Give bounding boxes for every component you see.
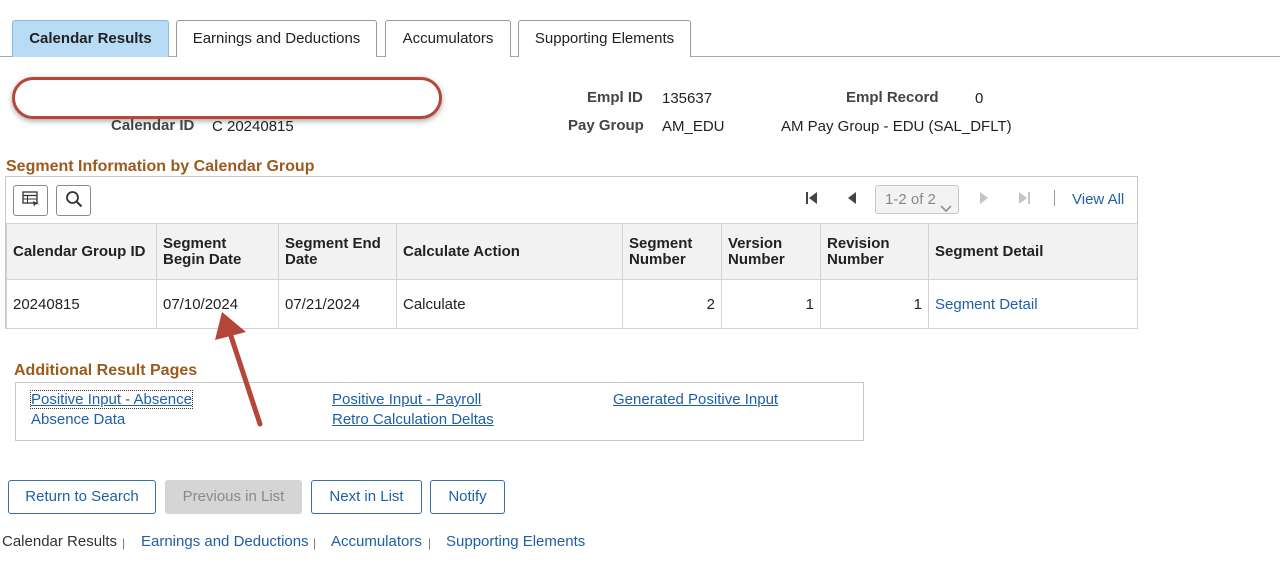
additional-result-pages-title: Additional Result Pages — [14, 362, 198, 379]
next-in-list-button[interactable]: Next in List — [311, 480, 422, 514]
segment-grid: 1-2 of 2 View All Calendar Group ID Segm… — [5, 176, 1138, 329]
previous-in-list-button[interactable]: Previous in List — [165, 480, 302, 514]
tab-earnings-and-deductions[interactable]: Earnings and Deductions — [176, 20, 377, 57]
pay-group-description: AM Pay Group - EDU (SAL_DFLT) — [781, 118, 1012, 135]
calendar-id-value: C 20240815 — [212, 118, 294, 135]
footer-separator: | — [122, 536, 126, 550]
column-header: Calendar Group ID — [6, 223, 157, 280]
retro-calculation-deltas-link[interactable]: Retro Calculation Deltas — [332, 411, 494, 428]
footer-separator: | — [428, 536, 432, 550]
redaction-oval-annotation — [12, 77, 442, 119]
column-header: Segment Number — [622, 223, 722, 280]
column-header: Segment Begin Date — [156, 223, 279, 280]
pay-group-value: AM_EDU — [662, 118, 725, 135]
column-header: Segment Detail — [928, 223, 1138, 280]
pay-group-label: Pay Group — [568, 117, 644, 134]
find-in-grid-button[interactable] — [56, 185, 91, 216]
empl-record-value: 0 — [975, 90, 984, 107]
footer-accumulators-link[interactable]: Accumulators — [331, 533, 422, 550]
calendar-id-label: Calendar ID — [111, 117, 195, 134]
tab-supporting-elements[interactable]: Supporting Elements — [518, 20, 691, 57]
tab-calendar-results[interactable]: Calendar Results — [12, 20, 169, 57]
segment-detail-cell: Segment Detail — [928, 279, 1138, 329]
tab-accumulators[interactable]: Accumulators — [385, 20, 511, 57]
footer-calendar-results: Calendar Results — [2, 533, 118, 550]
next-page-icon[interactable] — [978, 190, 990, 210]
version-number-cell: 1 — [721, 279, 821, 329]
view-all-link[interactable]: View All — [1072, 191, 1124, 208]
return-to-search-button[interactable]: Return to Search — [8, 480, 156, 514]
table-row: 20240815 07/10/2024 07/21/2024 Calculate… — [6, 279, 1138, 329]
segment-detail-link[interactable]: Segment Detail — [935, 296, 1038, 313]
segment-table: Calendar Group ID Segment Begin Date Seg… — [6, 223, 1138, 329]
segment-end-date-cell: 07/21/2024 — [278, 279, 397, 329]
pager-separator — [1054, 190, 1055, 206]
segment-section-title: Segment Information by Calendar Group — [6, 158, 315, 175]
row-range-select[interactable]: 1-2 of 2 — [875, 185, 959, 214]
segment-number-cell: 2 — [622, 279, 722, 329]
annotation-arrow-icon — [215, 312, 263, 427]
absence-data-link[interactable]: Absence Data — [31, 411, 125, 428]
positive-input-payroll-link[interactable]: Positive Input - Payroll — [332, 391, 481, 408]
personalize-grid-button[interactable] — [13, 185, 48, 216]
column-header: Segment End Date — [278, 223, 397, 280]
first-page-icon[interactable] — [805, 190, 819, 210]
grid-toolbar: 1-2 of 2 View All — [6, 177, 1137, 223]
search-icon — [65, 190, 83, 212]
empl-record-label: Empl Record — [846, 89, 939, 106]
empl-id-label: Empl ID — [587, 89, 643, 106]
row-range-text: 1-2 of 2 — [885, 191, 936, 208]
table-header-row: Calendar Group ID Segment Begin Date Seg… — [6, 223, 1138, 280]
calculate-action-cell: Calculate — [396, 279, 623, 329]
chevron-down-icon — [940, 196, 952, 223]
last-page-icon[interactable] — [1017, 190, 1031, 210]
column-header: Revision Number — [820, 223, 929, 280]
footer-earnings-and-deductions-link[interactable]: Earnings and Deductions — [141, 533, 309, 550]
column-header: Version Number — [721, 223, 821, 280]
notify-button[interactable]: Notify — [430, 480, 505, 514]
generated-positive-input-link[interactable]: Generated Positive Input — [613, 391, 778, 408]
footer-separator: | — [313, 536, 317, 550]
previous-page-icon[interactable] — [846, 190, 858, 210]
revision-number-cell: 1 — [820, 279, 929, 329]
positive-input-absence-link[interactable]: Positive Input - Absence — [30, 390, 193, 409]
empl-id-value: 135637 — [662, 90, 713, 107]
column-header: Calculate Action — [396, 223, 623, 280]
footer-supporting-elements-link[interactable]: Supporting Elements — [446, 533, 585, 550]
grid-personalize-icon — [21, 190, 40, 211]
calendar-group-id-cell: 20240815 — [6, 279, 157, 329]
